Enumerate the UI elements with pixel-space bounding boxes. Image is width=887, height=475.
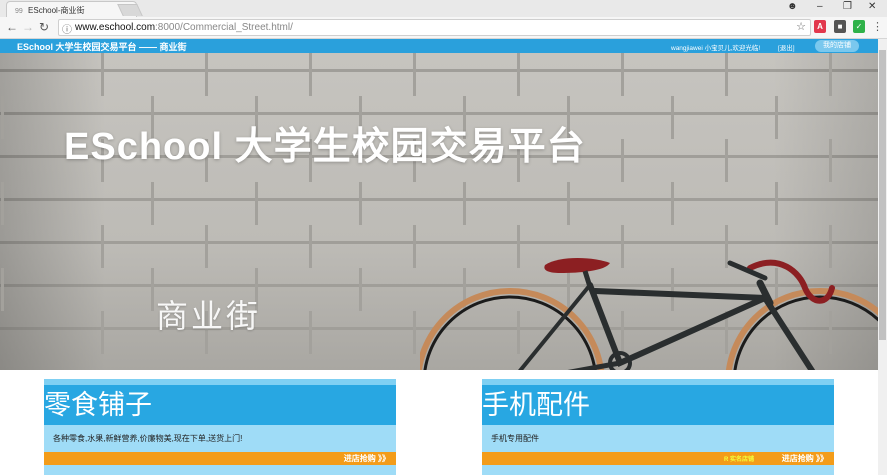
url-host: www.eschool.com: [75, 22, 156, 33]
tab-favicon-icon: 99: [15, 8, 23, 15]
hero-banner: ESchool 大学生校园交易平台 商业街: [0, 53, 878, 370]
reload-icon[interactable]: ↻: [39, 20, 49, 34]
store-card[interactable]: 手机配件 手机专用配件 R 实名店铺 进店抢购 》》: [482, 379, 834, 475]
url-path: :8000/Commercial_Street.html/: [155, 22, 293, 33]
card-action-bar: 进店抢购 》》: [44, 452, 396, 465]
browser-toolbar: ← → ↻ ⓘ www.eschool.com:8000/Commercial_…: [0, 17, 887, 39]
address-bar[interactable]: ⓘ www.eschool.com:8000/Commercial_Street…: [58, 19, 811, 36]
profile-icon[interactable]: ☻: [787, 1, 798, 12]
bookmark-star-icon[interactable]: ☆: [796, 20, 806, 33]
store-description: 各种零食,水果,新鲜营养,价廉物美,现在下单,送货上门!: [44, 425, 396, 452]
extension-shield-icon[interactable]: ✓: [853, 20, 865, 33]
brick-row: [0, 53, 878, 96]
welcome-text: wangjiawei 小宝贝儿,欢迎光临!: [671, 45, 761, 52]
tab-title: ESchool-商业街: [28, 6, 85, 15]
scrollbar-thumb[interactable]: [879, 50, 886, 340]
browser-tab-strip: 99 ESchool-商业街 × ☻ – ❐ ✕: [0, 0, 887, 17]
hero-title: ESchool 大学生校园交易平台: [64, 126, 586, 168]
card-action-bar: R 实名店铺 进店抢购 》》: [482, 452, 834, 465]
logout-link[interactable]: [退出]: [778, 42, 795, 52]
enter-store-link[interactable]: 进店抢购 》》: [782, 453, 828, 464]
store-name[interactable]: 手机配件: [482, 385, 834, 425]
bicycle-image: [420, 258, 878, 370]
new-tab-button[interactable]: [117, 4, 143, 16]
restore-icon[interactable]: ❐: [843, 1, 852, 12]
verified-store-badge: R 实名店铺: [723, 457, 754, 463]
extension-badge-icon[interactable]: ■: [834, 20, 846, 33]
back-icon[interactable]: ←: [6, 20, 18, 34]
site-header: ESchool 大学生校园交易平台 —— 商业街 wangjiawei 小宝贝儿…: [0, 39, 878, 53]
page-info-icon[interactable]: ⓘ: [62, 21, 72, 36]
store-name[interactable]: 零食铺子: [44, 385, 396, 425]
my-store-button[interactable]: 我的店铺: [815, 40, 859, 52]
site-brand[interactable]: ESchool 大学生校园交易平台 —— 商业街: [17, 40, 187, 53]
store-description: 手机专用配件: [482, 425, 834, 452]
browser-menu-icon[interactable]: ⋮: [872, 20, 883, 33]
card-footer: [44, 465, 396, 475]
card-footer: [482, 465, 834, 475]
forward-icon[interactable]: →: [22, 20, 34, 34]
close-window-icon[interactable]: ✕: [868, 1, 876, 12]
minimize-icon[interactable]: –: [817, 1, 823, 12]
store-card[interactable]: 零食铺子 各种零食,水果,新鲜营养,价廉物美,现在下单,送货上门! 进店抢购 》…: [44, 379, 396, 475]
extension-acrobat-icon[interactable]: A: [814, 20, 826, 33]
enter-store-link[interactable]: 进店抢购 》》: [344, 453, 390, 464]
brick-row: [0, 182, 878, 225]
hero-subtitle: 商业街: [156, 298, 262, 334]
